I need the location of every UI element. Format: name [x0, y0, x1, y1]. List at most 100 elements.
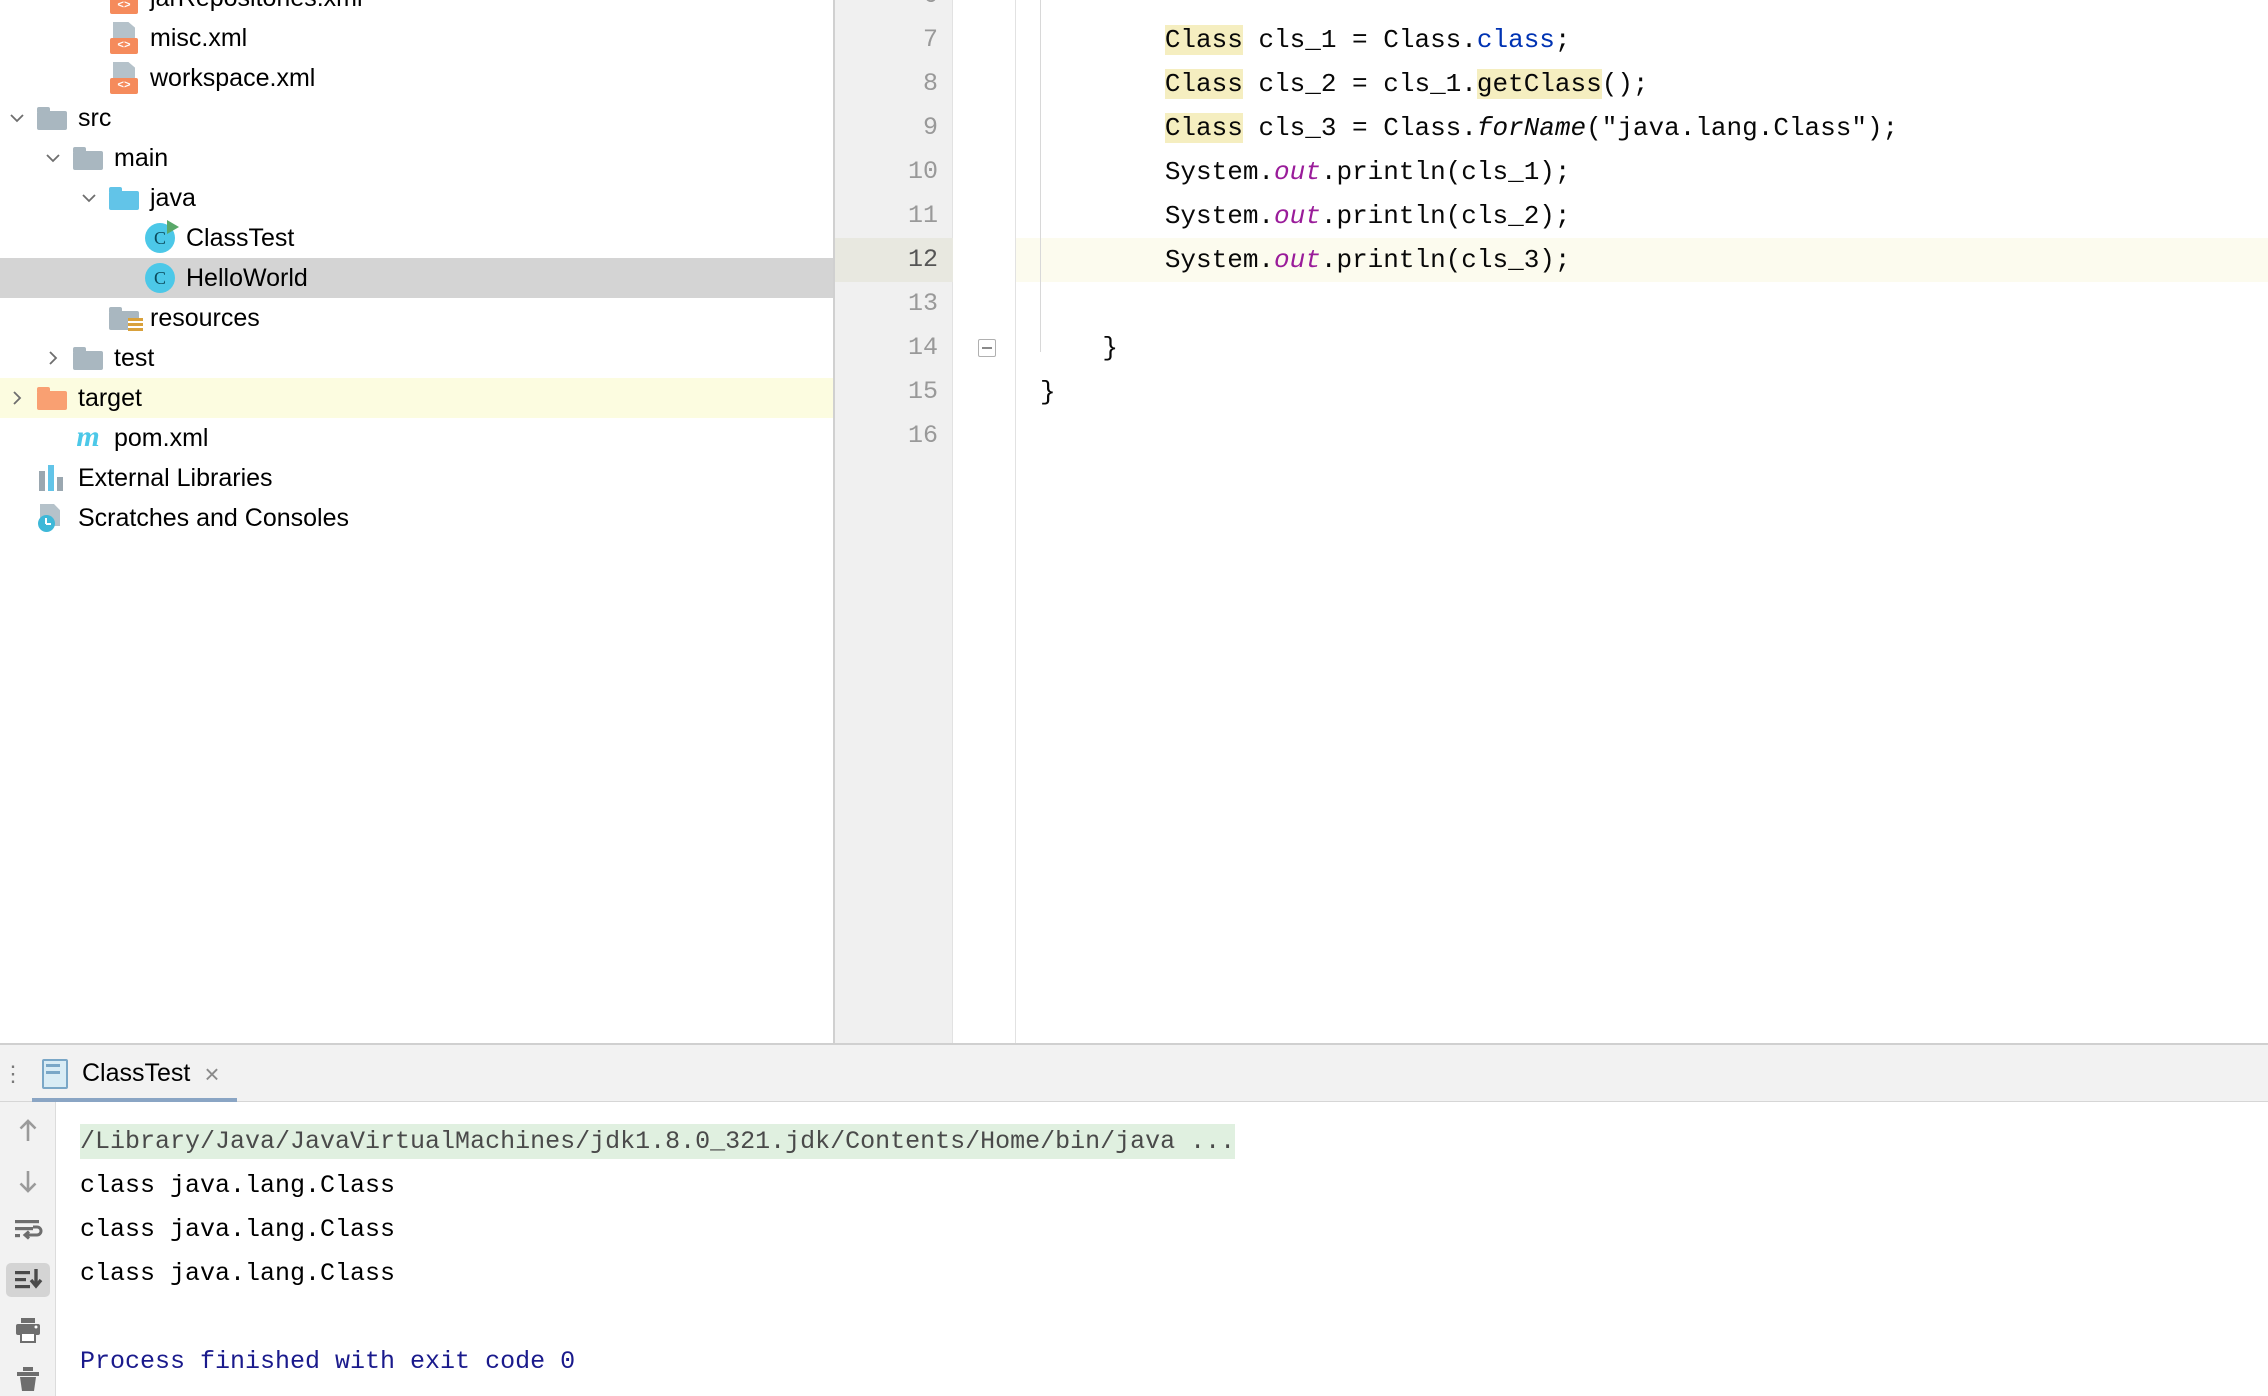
line-number: 12 — [907, 245, 938, 274]
code-line[interactable]: Class cls_1 = Class.class; — [1016, 18, 2268, 62]
tree-item-jarrepositories-xml[interactable]: <> jarRepositories.xml — [0, 0, 835, 18]
line-number: 6 — [923, 0, 938, 18]
code-line[interactable] — [1016, 414, 2268, 458]
code-line[interactable]: Class cls_2 = cls_1.getClass(); — [1016, 62, 2268, 106]
tree-item-label: src — [78, 103, 112, 132]
ide-window: <> jarRepositories.xml <> misc.xml <> workspa… — [0, 0, 2268, 1396]
tree-item-classtest[interactable]: ClassTest — [0, 218, 835, 258]
tool-window-handle[interactable]: ⋮ — [2, 1063, 24, 1085]
tree-item-misc-xml[interactable]: <> misc.xml — [0, 18, 835, 58]
console-command-line: /Library/Java/JavaVirtualMachines/jdk1.8… — [80, 1124, 1236, 1159]
tree-item-label: Scratches and Consoles — [78, 503, 349, 532]
scroll-to-end-icon[interactable] — [5, 1263, 50, 1297]
scratches-icon — [38, 504, 66, 532]
console-line: class java.lang.Class — [80, 1259, 396, 1288]
scroll-down-button[interactable] — [6, 1164, 50, 1198]
tree-item-label: misc.xml — [150, 23, 248, 52]
code-line[interactable] — [1016, 282, 2268, 326]
tree-item-label: pom.xml — [114, 423, 209, 452]
source-folder-icon — [109, 186, 139, 210]
folder-icon — [73, 346, 103, 370]
code-line-text: } — [1040, 333, 1119, 363]
indent-guide — [1040, 0, 1041, 352]
xml-file-icon: <> — [110, 0, 138, 14]
line-number: 7 — [922, 25, 938, 54]
tree-item-label: ClassTest — [186, 223, 295, 252]
editor-gutter-markers — [953, 0, 1016, 1043]
console-tab-bar: ⋮ ClassTest × — [0, 1045, 2268, 1102]
code-line[interactable]: Class cls_3 = Class.forName("java.lang.C… — [1016, 106, 2268, 150]
tree-item-helloworld[interactable]: HelloWorld — [0, 258, 835, 298]
chevron-right-icon[interactable] — [0, 378, 34, 418]
code-line-text: Class cls_3 = Class.forName("java.lang.C… — [1164, 113, 1899, 143]
tree-item-label: External Libraries — [78, 463, 273, 492]
code-line[interactable] — [1016, 0, 2268, 18]
console-output[interactable]: /Library/Java/JavaVirtualMachines/jdk1.8… — [56, 1102, 2268, 1396]
scroll-up-button[interactable] — [6, 1114, 50, 1148]
tree-item-external-libraries[interactable]: External Libraries — [0, 458, 835, 498]
vertical-splitter[interactable] — [833, 0, 835, 1043]
tree-item-label: main — [114, 143, 169, 172]
console-exit-line: Process finished with exit code 0 — [80, 1347, 576, 1376]
console-icon — [42, 1058, 68, 1089]
line-number: 14 — [907, 333, 938, 362]
code-line-text: System.out.println(cls_2); — [1040, 201, 1571, 231]
run-tool-window: ⋮ ClassTest × /Library/Java/JavaVirtualM… — [0, 1045, 2268, 1396]
code-line[interactable]: System.out.println(cls_1); — [1016, 150, 2268, 194]
trash-icon[interactable] — [6, 1362, 50, 1396]
console-tab-label: ClassTest — [82, 1059, 191, 1087]
tree-item-resources[interactable]: resources — [0, 298, 835, 338]
line-number: 13 — [907, 289, 938, 318]
tree-item-label: resources — [150, 303, 260, 332]
code-line[interactable]: } — [1016, 326, 2268, 370]
code-line[interactable]: System.out.println(cls_3); — [1016, 238, 2268, 282]
line-number: 8 — [922, 69, 938, 98]
console-line: class java.lang.Class — [80, 1215, 396, 1244]
tree-item-src[interactable]: src — [0, 98, 835, 138]
java-class-icon — [145, 263, 175, 293]
tree-item-label: HelloWorld — [186, 263, 308, 292]
line-number: 9 — [922, 113, 938, 142]
code-line-text: } — [1040, 377, 1056, 407]
tree-item-java[interactable]: java — [0, 178, 835, 218]
tree-item-workspace-xml[interactable]: <> workspace.xml — [0, 58, 835, 98]
tree-item-label: test — [114, 343, 155, 372]
printer-icon[interactable] — [6, 1313, 50, 1347]
chevron-right-icon[interactable] — [36, 338, 70, 378]
chevron-down-icon[interactable] — [0, 98, 34, 138]
xml-file-icon: <> — [110, 22, 138, 54]
chevron-down-icon[interactable] — [72, 178, 106, 218]
tree-item-scratches-and-consoles[interactable]: Scratches and Consoles — [0, 498, 835, 538]
code-editor[interactable]: 6 7 8 9 10 11 12 13 14 15 16 Class cls_1 = Class.c… — [835, 0, 2268, 1043]
folder-icon — [73, 146, 103, 170]
console-line: class java.lang.Class — [80, 1171, 396, 1200]
tree-item-label: jarRepositories.xml — [150, 0, 373, 13]
soft-wrap-icon[interactable] — [6, 1213, 50, 1247]
console-toolbar[interactable] — [0, 1102, 56, 1396]
code-line-text: Class cls_1 = Class.class; — [1164, 25, 1571, 55]
tree-item-target[interactable]: target — [0, 378, 835, 418]
close-icon[interactable]: × — [204, 1061, 219, 1087]
line-number: 11 — [907, 201, 938, 230]
line-number: 10 — [907, 157, 938, 186]
tree-item-test[interactable]: test — [0, 338, 835, 378]
project-tool-window[interactable]: <> jarRepositories.xml <> misc.xml <> workspa… — [0, 0, 835, 1043]
tree-item-pom-xml[interactable]: pom.xml — [0, 418, 835, 458]
code-line[interactable]: System.out.println(cls_2); — [1016, 194, 2268, 238]
tree-item-label: target — [78, 383, 142, 412]
external-libraries-icon — [39, 465, 65, 491]
code-fold-marker[interactable] — [978, 339, 996, 357]
code-line[interactable]: } — [1016, 370, 2268, 414]
chevron-down-icon[interactable] — [36, 138, 70, 178]
editor-gutter[interactable]: 6 7 8 9 10 11 12 13 14 15 16 — [835, 0, 953, 1043]
console-tab-classtest[interactable]: ClassTest × — [32, 1045, 230, 1102]
tree-item-main[interactable]: main — [0, 138, 835, 178]
tree-item-label: java — [150, 183, 196, 212]
